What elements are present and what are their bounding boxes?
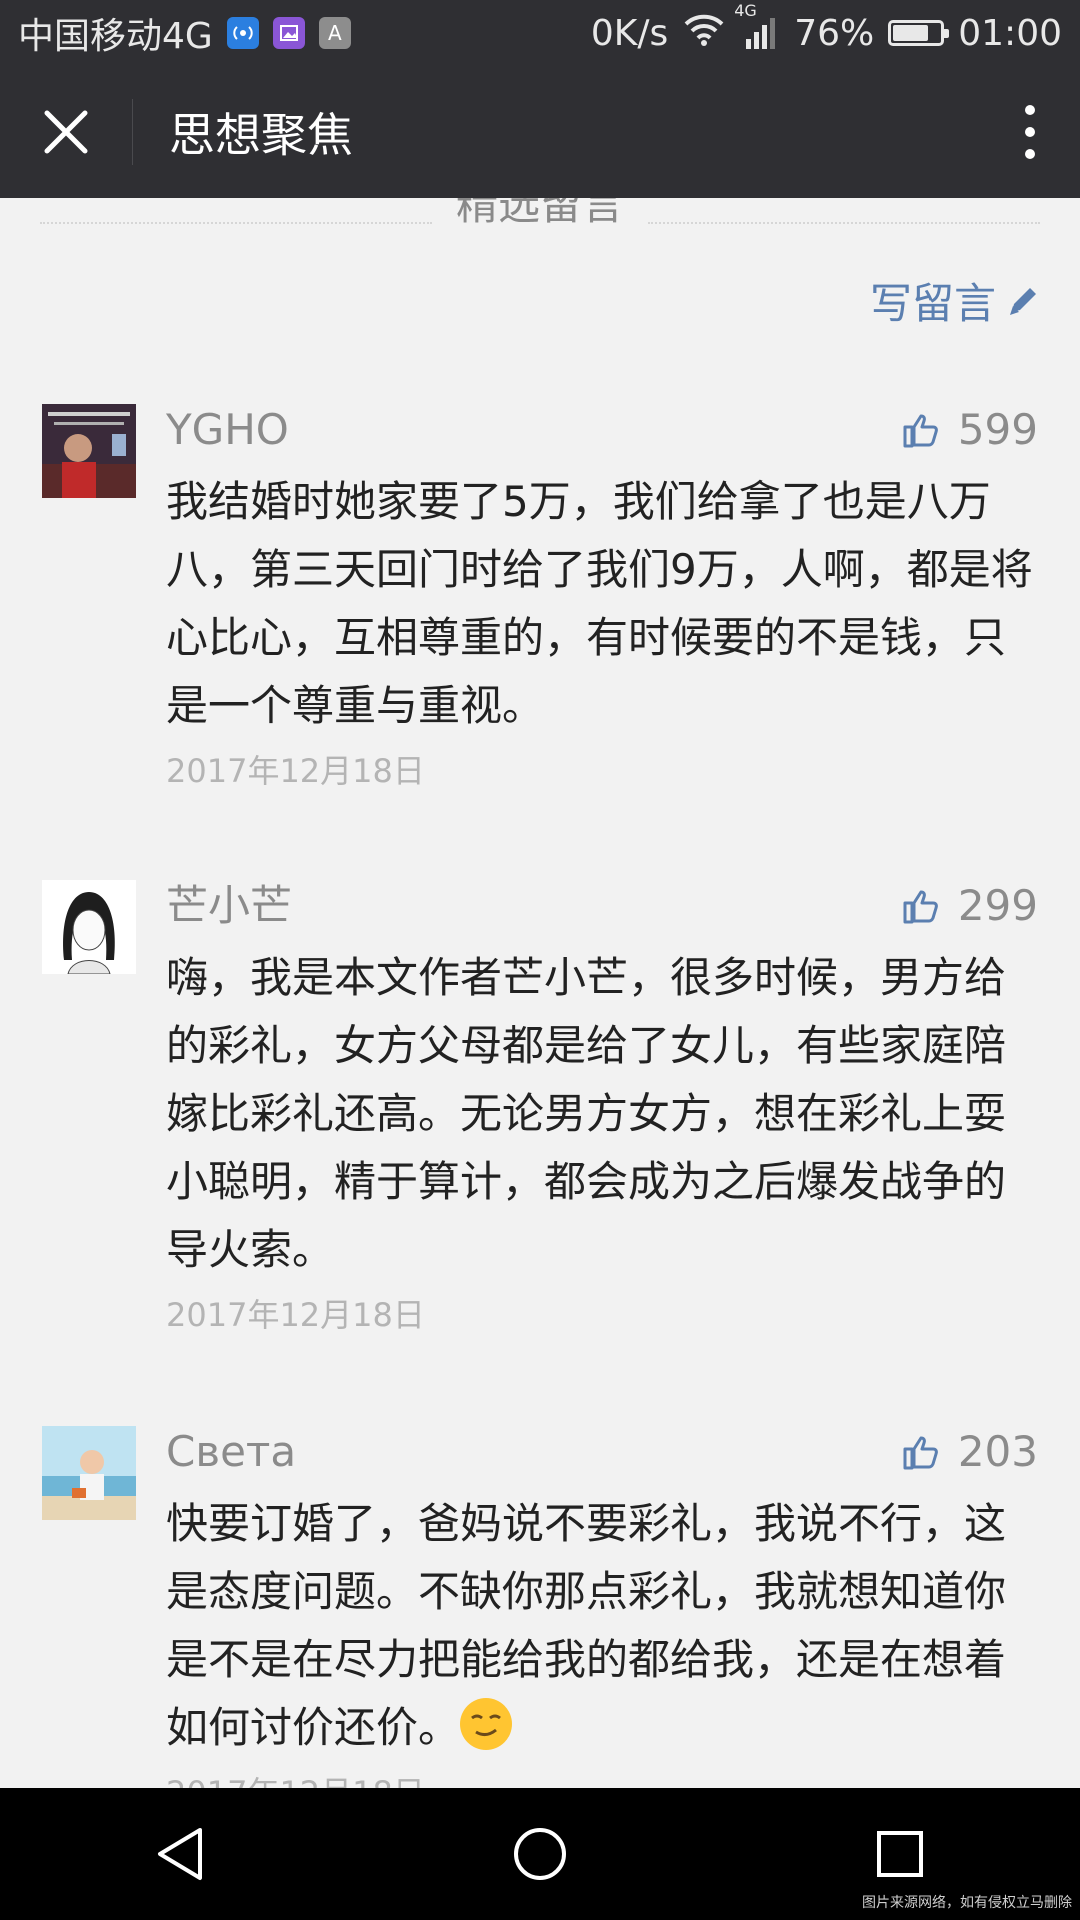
network-type: 4G	[734, 1, 757, 20]
back-button[interactable]	[120, 1794, 240, 1914]
status-right: 0K/s 4G 76% 01:00	[590, 1, 1080, 55]
status-left: 中国移动4G A	[0, 7, 351, 59]
like-count: 299	[957, 881, 1038, 930]
wifi-icon	[682, 12, 726, 55]
app-bar: 思想聚焦	[0, 66, 1080, 198]
comment-body: 我结婚时她家要了5万，我们给拿了也是八万八，第三天回门时给了我们9万，人啊，都是…	[166, 477, 1033, 730]
thumbs-up-icon	[903, 890, 938, 924]
comment-body: 快要订婚了，爸妈说不要彩礼，我说不行，这是态度问题。不缺你那点彩礼，我就想知道你…	[166, 1490, 1036, 1762]
smirk-emoji-icon	[460, 1698, 513, 1750]
comment-date: 2017年12月18日	[166, 752, 425, 790]
back-triangle-icon	[158, 1828, 202, 1880]
comment-author[interactable]: Света	[166, 1426, 296, 1478]
battery-icon	[888, 20, 950, 46]
comment-date: 2017年12月18日	[166, 1296, 425, 1334]
pencil-icon	[1010, 287, 1036, 315]
thumbs-up-icon	[903, 414, 938, 448]
section-divider-left	[40, 222, 432, 224]
clock: 01:00	[958, 12, 1062, 54]
comment-author[interactable]: 芒小芒	[166, 880, 292, 932]
status-bar: 中国移动4G A 0K/s 4G 76% 01:00	[0, 0, 1080, 66]
comment-author[interactable]: YGHO	[166, 404, 289, 456]
home-circle-icon	[514, 1828, 566, 1880]
more-vertical-icon	[1025, 105, 1035, 159]
appbar-divider	[132, 99, 133, 165]
home-button[interactable]	[480, 1794, 600, 1914]
section-title: 精选留言	[456, 198, 625, 229]
gallery-icon	[272, 17, 305, 49]
more-button[interactable]	[980, 66, 1080, 198]
screen: 中国移动4G A 0K/s 4G 76% 01:00 思想聚焦 精选留言 写留言…	[0, 0, 1080, 1920]
write-comment-button[interactable]: 写留言	[870, 270, 1040, 331]
like-button[interactable]: 599	[902, 404, 1038, 456]
like-count: 599	[957, 405, 1038, 454]
comment-text: 快要订婚了，爸妈说不要彩礼，我说不行，这是态度问题。不缺你那点彩礼，我就想知道你…	[166, 1499, 1007, 1752]
keyboard-a-icon: A	[318, 17, 351, 49]
page-title: 思想聚焦	[169, 108, 353, 162]
battery-percent: 76%	[794, 12, 875, 54]
like-button[interactable]: 299	[902, 880, 1038, 932]
battery-fill	[893, 25, 929, 41]
like-button[interactable]: 203	[902, 1426, 1038, 1478]
recents-square-icon	[877, 1831, 923, 1877]
section-divider-right	[648, 222, 1041, 224]
avatar[interactable]	[42, 404, 136, 498]
carrier-label: 中国移动4G	[18, 16, 213, 57]
close-icon	[44, 110, 88, 154]
network-speed: 0K/s	[590, 12, 669, 54]
system-nav-bar: 图片来源网络，如有侵权立马删除	[0, 1788, 1080, 1920]
comment-list[interactable]: 精选留言 写留言 YGHO 599 我结婚时她家要了5万，我们给拿了也是八万八，…	[0, 198, 1080, 1788]
hotspot-icon	[226, 17, 259, 49]
write-comment-label: 写留言	[869, 279, 996, 328]
comment-date: 2017年12月18日	[166, 1768, 425, 1788]
close-button[interactable]	[0, 66, 132, 198]
comment-body: 嗨，我是本文作者芒小芒，很多时候，男方给的彩礼，女方父母都是给了女儿，有些家庭陪…	[166, 953, 1007, 1274]
section-header: 精选留言	[40, 198, 1041, 248]
thumbs-up-icon	[903, 1436, 938, 1470]
like-count: 203	[957, 1427, 1038, 1476]
signal-icon: 4G	[734, 1, 780, 51]
watermark: 图片来源网络，如有侵权立马删除	[862, 1895, 1072, 1911]
avatar[interactable]	[42, 880, 136, 974]
avatar[interactable]	[42, 1426, 136, 1520]
